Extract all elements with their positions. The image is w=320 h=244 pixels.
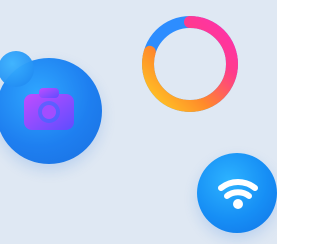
camera-icon [24, 88, 74, 130]
canvas [0, 0, 277, 244]
progress-ring-icon [142, 16, 238, 112]
wifi-icon [218, 179, 258, 209]
